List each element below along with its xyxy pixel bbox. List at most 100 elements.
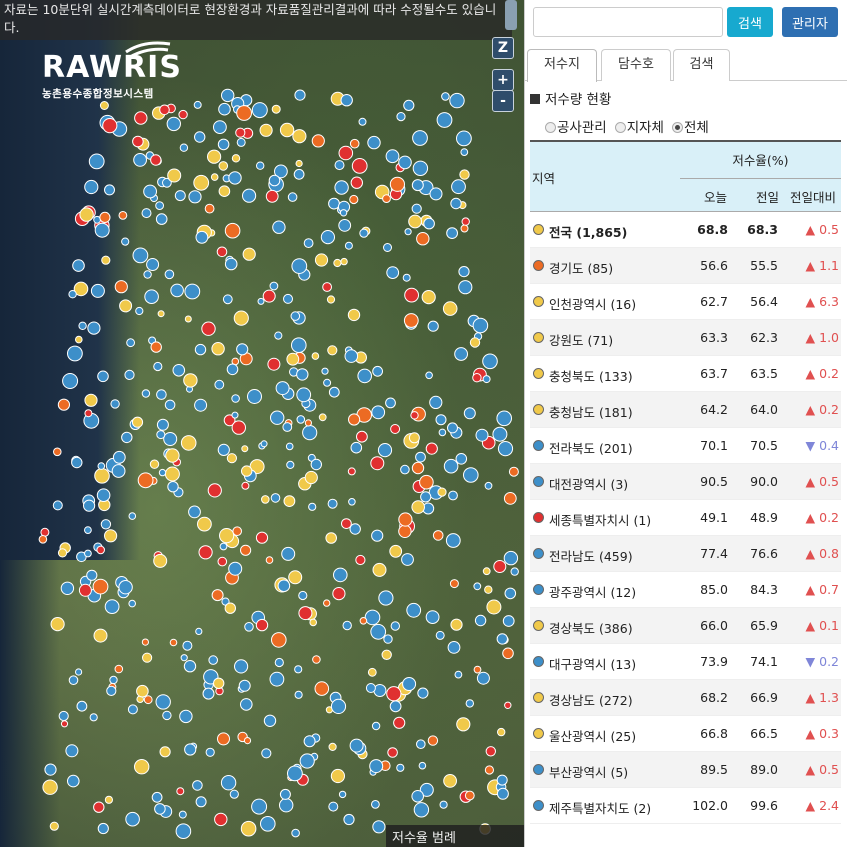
reservoir-marker[interactable] xyxy=(201,321,216,336)
reservoir-marker[interactable] xyxy=(240,820,257,837)
reservoir-marker[interactable] xyxy=(274,657,284,668)
reservoir-marker[interactable] xyxy=(104,184,115,196)
reservoir-marker[interactable] xyxy=(402,677,417,691)
reservoir-marker[interactable] xyxy=(372,562,387,577)
reservoir-marker[interactable] xyxy=(202,687,215,700)
reservoir-marker[interactable] xyxy=(450,197,462,210)
reservoir-marker[interactable] xyxy=(484,481,493,490)
reservoir-marker[interactable] xyxy=(415,451,426,463)
reservoir-marker[interactable] xyxy=(304,419,312,427)
reservoir-marker[interactable] xyxy=(370,623,387,640)
tab-lake[interactable]: 담수호 xyxy=(601,49,671,81)
reservoir-marker[interactable] xyxy=(251,798,268,815)
reservoir-marker[interactable] xyxy=(323,599,331,607)
reservoir-marker[interactable] xyxy=(50,617,65,632)
reservoir-marker[interactable] xyxy=(84,549,92,558)
reservoir-marker[interactable] xyxy=(285,442,294,451)
reservoir-marker[interactable] xyxy=(270,493,281,503)
reservoir-marker[interactable] xyxy=(425,442,438,455)
reservoir-marker[interactable] xyxy=(71,456,83,469)
reservoir-marker[interactable] xyxy=(234,659,249,674)
reservoir-marker[interactable] xyxy=(472,373,482,383)
reservoir-marker[interactable] xyxy=(404,287,420,303)
reservoir-marker[interactable] xyxy=(493,560,507,573)
reservoir-marker[interactable] xyxy=(411,790,425,803)
reservoir-marker[interactable] xyxy=(461,217,470,226)
reservoir-marker[interactable] xyxy=(350,176,363,189)
reservoir-marker[interactable] xyxy=(133,153,148,167)
reservoir-marker[interactable] xyxy=(166,116,182,132)
reservoir-marker[interactable] xyxy=(114,280,128,294)
table-row[interactable]: 부산광역시 (5) 89.5 89.0 ▲ 0.5 xyxy=(530,752,841,788)
reservoir-marker[interactable] xyxy=(134,759,150,775)
table-row[interactable]: 전국 (1,865) 68.8 68.3 ▲ 0.5 xyxy=(530,212,841,248)
reservoir-marker[interactable] xyxy=(474,614,487,627)
reservoir-marker[interactable] xyxy=(94,468,110,484)
reservoir-marker[interactable] xyxy=(496,787,509,800)
reservoir-marker[interactable] xyxy=(143,184,158,199)
reservoir-marker[interactable] xyxy=(413,802,430,818)
reservoir-marker[interactable] xyxy=(398,155,412,170)
reservoir-marker[interactable] xyxy=(427,735,439,746)
reservoir-marker[interactable] xyxy=(279,798,294,813)
reservoir-marker[interactable] xyxy=(385,149,400,164)
reservoir-marker[interactable] xyxy=(167,481,179,493)
reservoir-marker[interactable] xyxy=(314,681,330,696)
reservoir-marker[interactable] xyxy=(164,466,180,482)
reservoir-marker[interactable] xyxy=(97,370,109,383)
reservoir-marker[interactable] xyxy=(338,790,347,799)
reservoir-marker[interactable] xyxy=(296,368,309,381)
reservoir-marker[interactable] xyxy=(389,176,405,192)
reservoir-marker[interactable] xyxy=(261,748,272,759)
reservoir-marker[interactable] xyxy=(251,102,268,119)
reservoir-marker[interactable] xyxy=(241,445,249,453)
reservoir-marker[interactable] xyxy=(311,134,325,148)
reservoir-marker[interactable] xyxy=(403,313,419,328)
reservoir-marker[interactable] xyxy=(382,194,391,204)
reservoir-marker[interactable] xyxy=(283,495,296,508)
reservoir-marker[interactable] xyxy=(233,310,249,326)
reservoir-marker[interactable] xyxy=(198,545,213,560)
reservoir-marker[interactable] xyxy=(111,464,126,478)
reservoir-marker[interactable] xyxy=(112,450,126,464)
reservoir-marker[interactable] xyxy=(403,99,415,112)
search-button[interactable]: 검색 xyxy=(727,7,773,37)
reservoir-marker[interactable] xyxy=(195,627,203,636)
reservoir-marker[interactable] xyxy=(165,448,180,463)
reservoir-marker[interactable] xyxy=(497,441,514,457)
reservoir-marker[interactable] xyxy=(351,158,368,174)
reservoir-marker[interactable] xyxy=(170,283,184,298)
reservoir-marker[interactable] xyxy=(104,599,120,614)
reservoir-marker[interactable] xyxy=(217,443,230,456)
reservoir-marker[interactable] xyxy=(151,791,163,803)
reservoir-marker[interactable] xyxy=(217,138,230,151)
search-input[interactable] xyxy=(533,7,723,37)
reservoir-marker[interactable] xyxy=(172,364,186,377)
reservoir-marker[interactable] xyxy=(484,765,494,775)
reservoir-marker[interactable] xyxy=(102,118,118,134)
reservoir-marker[interactable] xyxy=(355,554,366,566)
reservoir-marker[interactable] xyxy=(364,609,381,626)
reservoir-marker[interactable] xyxy=(104,795,114,804)
reservoir-marker[interactable] xyxy=(340,257,348,266)
reservoir-marker[interactable] xyxy=(132,135,144,148)
reservoir-marker[interactable] xyxy=(420,491,432,503)
reservoir-marker[interactable] xyxy=(224,602,237,614)
reservoir-marker[interactable] xyxy=(127,704,138,715)
reservoir-marker[interactable] xyxy=(217,732,230,746)
reservoir-marker[interactable] xyxy=(327,498,338,509)
reservoir-marker[interactable] xyxy=(370,456,385,471)
reservoir-marker[interactable] xyxy=(44,763,57,776)
reservoir-marker[interactable] xyxy=(231,154,241,163)
legend-toggle[interactable]: 저수율 범례 xyxy=(386,825,524,847)
reservoir-marker[interactable] xyxy=(118,580,133,595)
reservoir-marker[interactable] xyxy=(344,349,359,363)
reservoir-marker[interactable] xyxy=(333,258,342,268)
reservoir-marker[interactable] xyxy=(143,695,153,705)
reservoir-marker[interactable] xyxy=(218,185,231,197)
reservoir-marker[interactable] xyxy=(425,371,433,380)
reservoir-marker[interactable] xyxy=(182,640,193,651)
reservoir-marker[interactable] xyxy=(296,387,312,403)
reservoir-marker[interactable] xyxy=(454,670,463,679)
reservoir-marker[interactable] xyxy=(131,416,144,428)
